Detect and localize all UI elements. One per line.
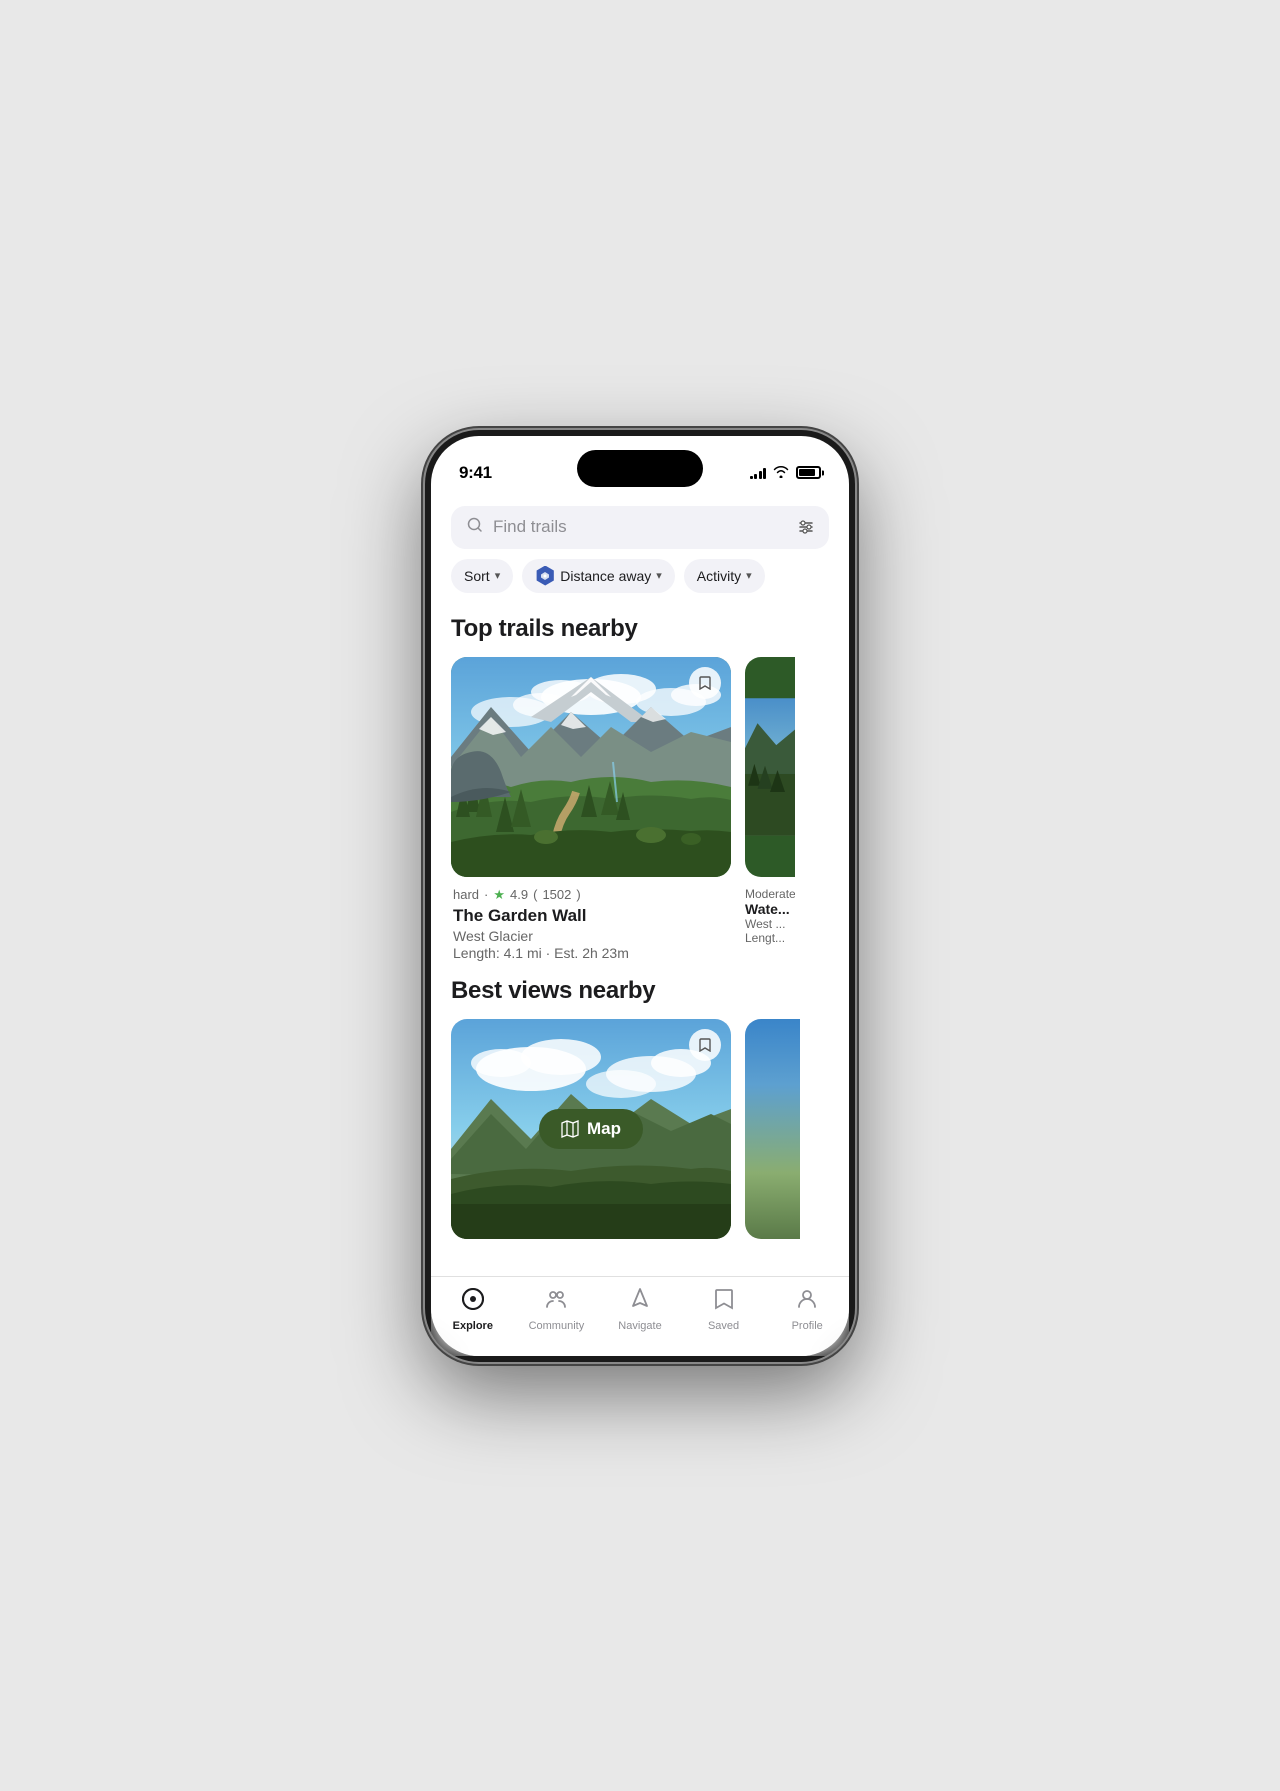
distance-chevron: ▾ bbox=[656, 569, 662, 582]
signal-icon bbox=[750, 466, 767, 479]
partial-length: Lengt... bbox=[745, 931, 795, 945]
activity-label: Activity bbox=[697, 568, 741, 584]
trail-meta-garden-wall: hard · ★ 4.9 (1502) bbox=[453, 887, 729, 903]
saved-icon bbox=[712, 1287, 736, 1317]
distance-badge-icon bbox=[535, 566, 555, 586]
battery-icon bbox=[796, 466, 821, 479]
filter-row: Sort ▾ Distance away ▾ Activity ▾ bbox=[431, 559, 849, 607]
search-section: Find trails bbox=[431, 494, 849, 559]
partial-name: Wate... bbox=[745, 901, 795, 917]
bookmark-views[interactable] bbox=[689, 1029, 721, 1061]
tab-profile[interactable]: Profile bbox=[777, 1287, 837, 1332]
profile-label: Profile bbox=[792, 1320, 823, 1332]
trail-card-garden-wall[interactable]: hard · ★ 4.9 (1502) The Garden Wall West… bbox=[451, 657, 731, 961]
phone-frame: 9:41 bbox=[425, 430, 855, 1362]
status-time: 9:41 bbox=[459, 463, 492, 483]
map-label: Map bbox=[587, 1119, 621, 1139]
sort-filter[interactable]: Sort ▾ bbox=[451, 559, 513, 593]
sort-chevron: ▾ bbox=[495, 569, 501, 582]
trail-location-garden-wall: West Glacier bbox=[453, 928, 729, 944]
search-placeholder: Find trails bbox=[493, 517, 813, 537]
partial-difficulty: Moderate bbox=[745, 887, 795, 901]
bookmark-garden-wall[interactable] bbox=[689, 667, 721, 699]
distance-label: Distance away bbox=[560, 568, 651, 584]
top-trails-list: hard · ★ 4.9 (1502) The Garden Wall West… bbox=[431, 657, 849, 961]
top-trails-title: Top trails nearby bbox=[431, 607, 849, 657]
tab-community[interactable]: Community bbox=[526, 1287, 586, 1332]
trail-image-partial bbox=[745, 657, 795, 877]
trail-rating: 4.9 bbox=[510, 887, 528, 902]
activity-filter[interactable]: Activity ▾ bbox=[684, 559, 765, 593]
navigate-label: Navigate bbox=[618, 1320, 661, 1332]
tab-explore[interactable]: Explore bbox=[443, 1287, 503, 1332]
views-card[interactable]: Map bbox=[451, 1019, 731, 1239]
map-button[interactable]: Map bbox=[539, 1109, 643, 1149]
tab-navigate[interactable]: Navigate bbox=[610, 1287, 670, 1332]
navigate-icon bbox=[628, 1287, 652, 1317]
phone-screen: 9:41 bbox=[431, 436, 849, 1356]
screen-content[interactable]: Find trails bbox=[431, 494, 849, 1356]
partial-views-image bbox=[745, 1019, 800, 1239]
views-card-partial bbox=[745, 1019, 800, 1239]
explore-label: Explore bbox=[453, 1320, 493, 1332]
explore-icon bbox=[461, 1287, 485, 1317]
search-icon bbox=[467, 517, 483, 538]
status-icons bbox=[750, 465, 822, 481]
sort-label: Sort bbox=[464, 568, 490, 584]
tab-saved[interactable]: Saved bbox=[694, 1287, 754, 1332]
best-views-title: Best views nearby bbox=[431, 969, 849, 1019]
filter-button[interactable] bbox=[789, 510, 823, 544]
trail-reviews: 1502 bbox=[542, 887, 571, 902]
activity-chevron: ▾ bbox=[746, 569, 752, 582]
trail-card-partial: Moderate Wate... West ... Lengt... bbox=[745, 657, 795, 961]
partial-location: West ... bbox=[745, 917, 795, 931]
community-label: Community bbox=[529, 1320, 585, 1332]
trail-difficulty: hard bbox=[453, 887, 479, 902]
trail-length-garden-wall: Length: 4.1 mi · Est. 2h 23m bbox=[453, 945, 729, 961]
profile-icon bbox=[795, 1287, 819, 1317]
distance-filter[interactable]: Distance away ▾ bbox=[522, 559, 675, 593]
community-icon bbox=[544, 1287, 568, 1317]
trail-name-garden-wall: The Garden Wall bbox=[453, 906, 729, 926]
wifi-icon bbox=[773, 465, 789, 481]
search-bar[interactable]: Find trails bbox=[451, 506, 829, 549]
trail-image-garden-wall bbox=[451, 657, 731, 877]
trail-info-garden-wall: hard · ★ 4.9 (1502) The Garden Wall West… bbox=[451, 877, 731, 961]
star-icon: ★ bbox=[493, 887, 505, 903]
tab-bar: Explore Community bbox=[431, 1276, 849, 1356]
saved-label: Saved bbox=[708, 1320, 739, 1332]
views-card-image: Map bbox=[451, 1019, 731, 1239]
dynamic-island bbox=[577, 450, 703, 487]
views-list: Map bbox=[431, 1019, 849, 1239]
